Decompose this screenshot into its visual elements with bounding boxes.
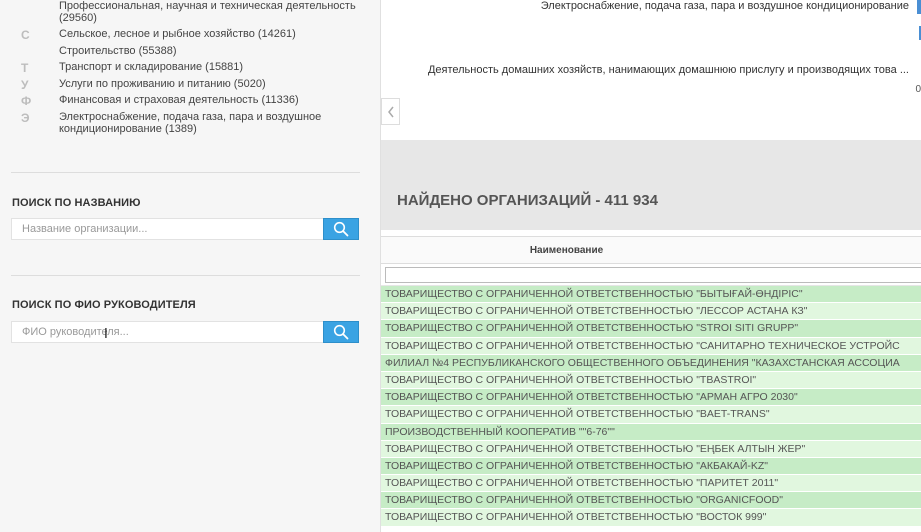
search-by-head-button[interactable] — [323, 321, 359, 343]
table-body: ТОВАРИЩЕСТВО С ОГРАНИЧЕННОЙ ОТВЕТСТВЕННО… — [381, 286, 921, 527]
search-by-name-input[interactable] — [12, 219, 324, 239]
table-row[interactable]: ПРОИЗВОДСТВЕННЫЙ КООПЕРАТИВ ""6-76"" — [381, 423, 921, 441]
search-icon — [333, 221, 349, 237]
category-label[interactable]: Электроснабжение, подача газа, пара и во… — [59, 111, 359, 135]
table-row[interactable]: ТОВАРИЩЕСТВО С ОГРАНИЧЕННОЙ ОТВЕТСТВЕННО… — [381, 320, 921, 338]
table-row[interactable]: ТОВАРИЩЕСТВО С ОГРАНИЧЕННОЙ ОТВЕТСТВЕННО… — [381, 406, 921, 424]
table-row[interactable]: ТОВАРИЩЕСТВО С ОГРАНИЧЕННОЙ ОТВЕТСТВЕННО… — [381, 371, 921, 390]
search-by-name-box — [11, 218, 359, 240]
category-letter: Т — [21, 61, 29, 75]
divider — [11, 275, 360, 276]
text-cursor-icon: I — [104, 327, 108, 342]
category-label[interactable]: Финансовая и страховая деятельность (113… — [59, 94, 359, 106]
results-header-band — [381, 140, 921, 230]
table-row[interactable]: ТОВАРИЩЕСТВО С ОГРАНИЧЕННОЙ ОТВЕТСТВЕННО… — [381, 286, 921, 304]
category-label[interactable]: Услуги по проживанию и питанию (5020) — [59, 78, 359, 90]
table-row[interactable]: ТОВАРИЩЕСТВО С ОГРАНИЧЕННОЙ ОТВЕТСТВЕННО… — [381, 509, 921, 527]
column-header-name[interactable]: Наименование — [381, 236, 921, 264]
category-letter: Э — [21, 111, 30, 125]
category-letter: У — [21, 78, 29, 92]
column-filter-input[interactable] — [385, 267, 921, 283]
chart-bar[interactable] — [917, 0, 921, 14]
category-letter: С — [21, 28, 30, 42]
table-row[interactable]: ТОВАРИЩЕСТВО С ОГРАНИЧЕННОЙ ОТВЕТСТВЕННО… — [381, 457, 921, 476]
results-count-title: НАЙДЕНО ОРГАНИЗАЦИЙ - 411 934 — [397, 192, 658, 209]
chart-category-label: Деятельность домашних хозяйств, нанимающ… — [427, 64, 909, 76]
sidebar: Профессиональная, научная и техническая … — [0, 0, 380, 532]
search-by-head-box — [11, 321, 359, 343]
search-by-name-button[interactable] — [323, 218, 359, 240]
search-by-name-title: ПОИСК ПО НАЗВАНИЮ — [12, 197, 141, 209]
collapse-sidebar-button[interactable] — [381, 98, 400, 125]
results-table: Наименование ТОВАРИЩЕСТВО С ОГРАНИЧЕННОЙ… — [381, 233, 921, 532]
main-panel: Электроснабжение, подача газа, пара и во… — [380, 0, 921, 532]
table-row[interactable]: ТОВАРИЩЕСТВО С ОГРАНИЧЕННОЙ ОТВЕТСТВЕННО… — [381, 475, 921, 493]
table-row[interactable]: ТОВАРИЩЕСТВО С ОГРАНИЧЕННОЙ ОТВЕТСТВЕННО… — [381, 492, 921, 510]
table-row[interactable]: ТОВАРИЩЕСТВО С ОГРАНИЧЕННОЙ ОТВЕТСТВЕННО… — [381, 303, 921, 321]
divider — [11, 172, 360, 173]
filter-row — [381, 264, 921, 286]
table-row[interactable]: ТОВАРИЩЕСТВО С ОГРАНИЧЕННОЙ ОТВЕТСТВЕННО… — [381, 389, 921, 407]
category-label[interactable]: Транспорт и складирование (15881) — [59, 61, 359, 73]
search-by-head-title: ПОИСК ПО ФИО РУКОВОДИТЕЛЯ — [12, 299, 196, 311]
category-letter: Ф — [21, 94, 32, 108]
category-label[interactable]: Профессиональная, научная и техническая … — [59, 0, 359, 24]
category-label[interactable]: Строительство (55388) — [59, 45, 359, 57]
table-row[interactable]: ФИЛИАЛ №4 РЕСПУБЛИКАНСКОГО ОБЩЕСТВЕННОГО… — [381, 354, 921, 372]
chart-category-label: Электроснабжение, подача газа, пара и во… — [540, 0, 909, 12]
search-by-head-input[interactable] — [12, 322, 324, 342]
table-row[interactable]: ТОВАРИЩЕСТВО С ОГРАНИЧЕННОЙ ОТВЕТСТВЕННО… — [381, 440, 921, 458]
search-icon — [333, 324, 349, 340]
category-label[interactable]: Сельское, лесное и рыбное хозяйство (142… — [59, 28, 359, 40]
table-row[interactable]: ТОВАРИЩЕСТВО С ОГРАНИЧЕННОЙ ОТВЕТСТВЕННО… — [381, 337, 921, 355]
chevron-left-icon — [387, 106, 394, 117]
chart-axis-tick: 0 — [915, 84, 921, 95]
